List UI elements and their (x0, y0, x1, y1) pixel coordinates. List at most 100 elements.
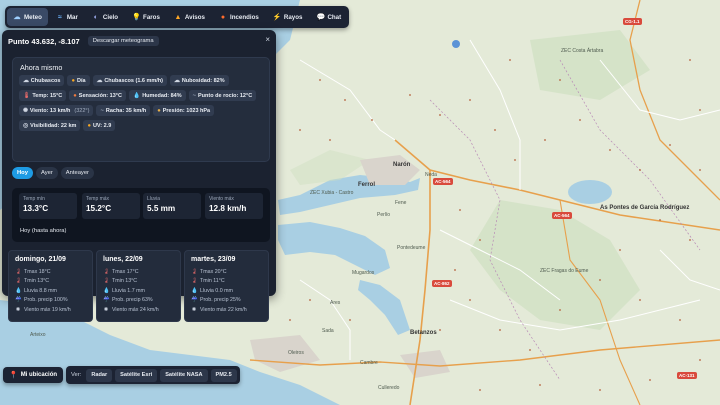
layer-pm25-button[interactable]: PM2.5 (210, 368, 237, 382)
nav-rayos[interactable]: ⚡ Rayos (267, 8, 309, 26)
nav-label: Meteo (24, 13, 42, 21)
condition-chip: ◎ Visibilidad: 22 km (19, 120, 81, 131)
forecast-card: domingo, 21/09 🌡 Tmax 18°C 🌡 Tmin 13°C 💧 Lluvi… (8, 250, 93, 322)
nav-label: Faros (143, 13, 160, 21)
forecast-icon: 🌡 (103, 268, 110, 275)
layer-radar-button[interactable]: Radar (86, 368, 113, 382)
condition-icon: 💧 (132, 92, 141, 99)
nav-label: Avisos (184, 13, 205, 21)
condition-text: Sensación: 13°C (78, 92, 122, 99)
tab-ayer[interactable]: Ayer (35, 167, 58, 179)
forecast-text: Lluvia 8.8 mm (24, 287, 57, 294)
panel-title: Punto 43.632, -8.107 (8, 36, 80, 46)
forecast-row: ✺ Viento máx 19 km/h (15, 305, 86, 315)
nav-mar[interactable]: ≈ Mar (50, 8, 84, 26)
condition-chip: ☁ Chubascos (1.6 mm/h) (92, 75, 168, 86)
forecast-row: 🌡 Tmin 13°C (15, 277, 86, 287)
nav-avisos[interactable]: ▲ Avisos (168, 8, 211, 26)
map-label: ZEC Fragas do Eume (540, 268, 589, 274)
condition-text: Racha: 35 km/h (105, 107, 147, 114)
nav-faros[interactable]: 💡 Faros (126, 8, 166, 26)
map-label: ZEC Xubia - Castro (310, 190, 354, 196)
stat-value: 5.5 mm (147, 204, 176, 213)
cloud-icon: ☁ (13, 14, 21, 21)
today-summary: Temp mín 13.3°C Temp máx 15.2°C Lluvia 5… (12, 188, 270, 242)
tab-hoy[interactable]: Hoy (12, 167, 33, 179)
forecast-text: Viento máx 19 km/h (24, 306, 71, 313)
today-note: Hoy (hasta ahora) (20, 228, 67, 234)
forecast-text: Prob. precip 25% (200, 297, 241, 304)
condition-text: Temp: 15°C (32, 92, 63, 99)
condition-chip: ☁ Chubascos (19, 75, 65, 86)
forecast-icon: 🌡 (191, 268, 198, 275)
forecast-text: Tmin 13°C (112, 278, 138, 285)
forecast-card: martes, 23/09 🌡 Tmax 20°C 🌡 Tmin 11°C 💧 Lluvia… (184, 250, 269, 322)
forecast-day-title: domingo, 21/09 (15, 256, 66, 263)
condition-text: Punto de rocío: 12°C (198, 92, 253, 99)
close-icon[interactable]: × (265, 35, 270, 44)
condition-icon: ● (157, 107, 161, 114)
stat-label: Lluvia (147, 196, 161, 202)
forecast-icon: 💧 (191, 287, 198, 294)
stat-value: 13.3°C (23, 204, 49, 213)
condition-icon: ◎ (23, 122, 29, 129)
download-meteogram-button[interactable]: Descargar meteograma (87, 36, 159, 46)
forecast-icon: 💧 (103, 287, 110, 294)
road-shield: AC-564 (433, 178, 453, 185)
nav-incendios[interactable]: ● Incendios (213, 8, 265, 26)
stat-value: 12.8 km/h (209, 204, 247, 213)
forecast-icon: ✺ (15, 306, 21, 313)
forecast-row: ☔ Prob. precip 25% (191, 296, 262, 306)
nav-meteo[interactable]: ☁ Meteo (7, 8, 48, 26)
condition-chip: ● Sensación: 13°C (69, 90, 126, 101)
warning-icon: ▲ (174, 13, 182, 21)
map-label: Oleiros (288, 350, 304, 356)
condition-chip: ● UV: 2.9 (83, 120, 116, 131)
map-label: Culleredo (378, 385, 400, 391)
condition-chip: ~ Racha: 35 km/h (96, 105, 151, 116)
layer-satellite-esri-button[interactable]: Satélite Esri (115, 368, 158, 382)
forecast-text: Lluvia 1.7 mm (112, 287, 145, 294)
moon-icon: ◐ (93, 13, 99, 21)
forecast-text: Lluvia 0.0 mm (200, 287, 233, 294)
forecast-icon: 🌡 (15, 268, 22, 275)
forecast-text: Viento máx 22 km/h (200, 306, 247, 313)
condition-icon: ☁ (96, 77, 103, 84)
road-shield: AC-564 (552, 212, 572, 219)
condition-text: Nubosidad: 82% (181, 77, 225, 84)
forecast-row: 💧 Lluvia 0.0 mm (191, 286, 262, 296)
nav-chat[interactable]: 💬 Chat (310, 8, 347, 26)
condition-icon: ● (87, 122, 91, 129)
condition-chips: ☁ Chubascos ● Día ☁ Chubascos (1.6 mm/h) ☁ Nubo… (19, 75, 267, 131)
layer-satellite-nasa-button[interactable]: Satélite NASA (160, 368, 208, 382)
day-tabs: Hoy Ayer Anteayer (12, 167, 94, 179)
condition-icon: 🌡 (23, 92, 31, 99)
lightning-icon: ⚡ (272, 14, 282, 21)
forecast-row: 🌡 Tmin 11°C (191, 277, 262, 287)
top-nav: ☁ Meteo ≈ Mar ◐ Cielo 💡 Faros ▲ Avisos ● Incen… (5, 6, 350, 28)
condition-icon: ~ (192, 92, 197, 99)
my-location-button[interactable]: 📍 Mi ubicación (3, 367, 64, 383)
condition-icon: ✺ (23, 107, 28, 114)
map-label: Perlío (377, 212, 391, 218)
condition-chip: ☁ Nubosidad: 82% (170, 75, 229, 86)
stat-wind-max: Viento máx 12.8 km/h (205, 193, 263, 219)
map-label: Cambre (360, 360, 378, 366)
road-shield: CG-1.1 (623, 18, 642, 25)
condition-text: Chubascos (1.6 mm/h) (104, 77, 164, 84)
map-label: Ferrol (358, 182, 376, 188)
forecast-day-title: lunes, 22/09 (103, 256, 143, 263)
my-location-label: Mi ubicación (20, 372, 58, 378)
condition-text: Día (76, 77, 86, 84)
stat-rain: Lluvia 5.5 mm (143, 193, 201, 219)
nav-cielo[interactable]: ◐ Cielo (86, 8, 124, 26)
forecast-icon: ✺ (103, 306, 109, 313)
forecast-text: Viento máx 24 km/h (112, 306, 159, 313)
condition-text: Presión: 1023 hPa (162, 107, 211, 114)
condition-chip: 💧 Humedad: 84% (128, 90, 186, 101)
map-label: Mugardos (352, 270, 375, 276)
forecast-row: ✺ Viento máx 24 km/h (103, 305, 174, 315)
tab-anteayer[interactable]: Anteayer (60, 167, 94, 179)
condition-chip: ● Presión: 1023 hPa (153, 105, 215, 116)
condition-text: Viento: 13 km/h (29, 107, 71, 114)
